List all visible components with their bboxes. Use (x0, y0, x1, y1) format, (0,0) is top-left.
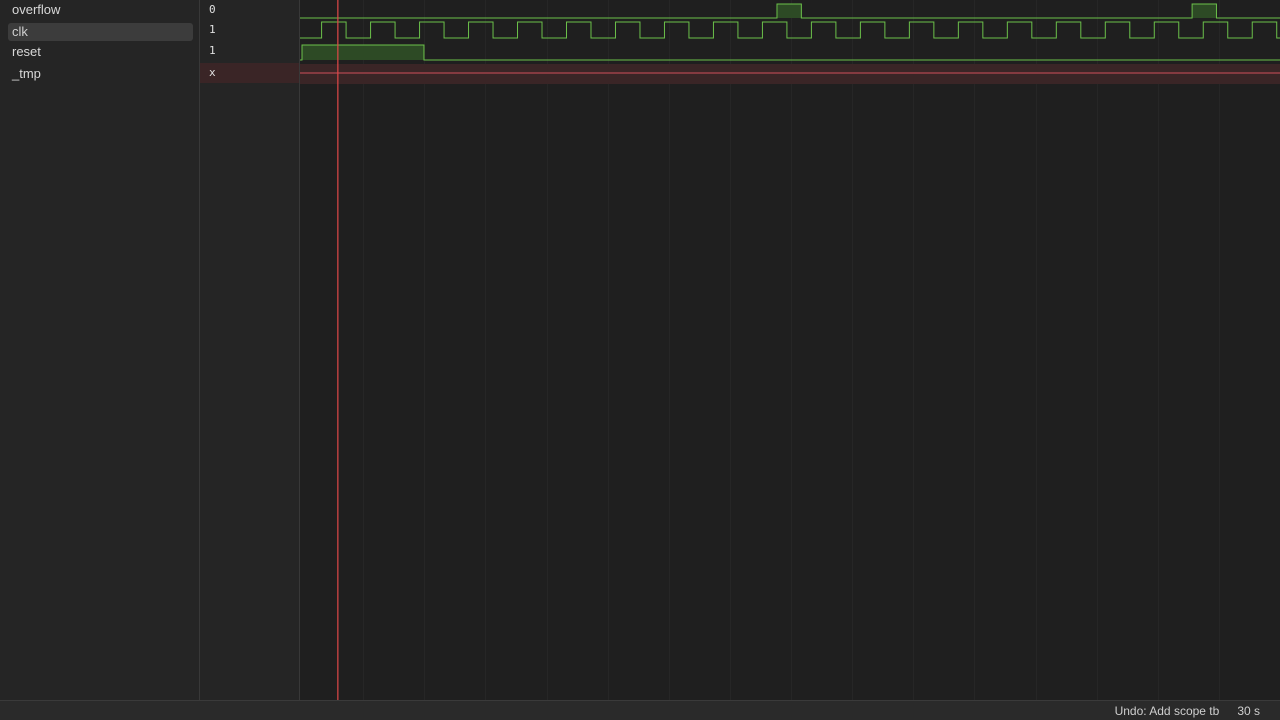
signal-value-tmp: x (200, 63, 299, 83)
signal-value-overflow: 0 (209, 3, 216, 16)
signal-name-reset[interactable]: reset (8, 43, 193, 61)
waveform-svg[interactable] (300, 0, 1280, 700)
signal-values-pane: 0 1 1 x (200, 0, 300, 700)
elapsed-time: 30 s (1237, 704, 1260, 718)
pulse-trace (300, 44, 1280, 61)
waveform-canvas[interactable] (300, 0, 1280, 700)
signal-name-clk[interactable]: clk (8, 23, 193, 41)
signal-value-reset: 1 (209, 44, 216, 57)
time-gridlines (363, 0, 1220, 700)
signal-value-clk: 1 (209, 23, 216, 36)
waveform-viewer: overflow clk reset _tmp 0 1 1 x Undo: Ad… (0, 0, 1280, 720)
pulse-fill (1192, 4, 1217, 18)
undefined-bands (300, 64, 1280, 84)
signal-names-pane: overflow clk reset _tmp (0, 0, 200, 700)
clock-trace (300, 21, 1280, 39)
undefined-band (300, 64, 1280, 84)
status-bar: Undo: Add scope tb 30 s (0, 700, 1280, 720)
undo-status: Undo: Add scope tb (1114, 704, 1220, 718)
waveform-traces (300, 3, 1280, 74)
pulse-fill (776, 4, 802, 18)
signal-name-overflow[interactable]: overflow (8, 1, 193, 19)
signal-name-tmp[interactable]: _tmp (8, 65, 193, 83)
pulse-fill (302, 45, 424, 60)
